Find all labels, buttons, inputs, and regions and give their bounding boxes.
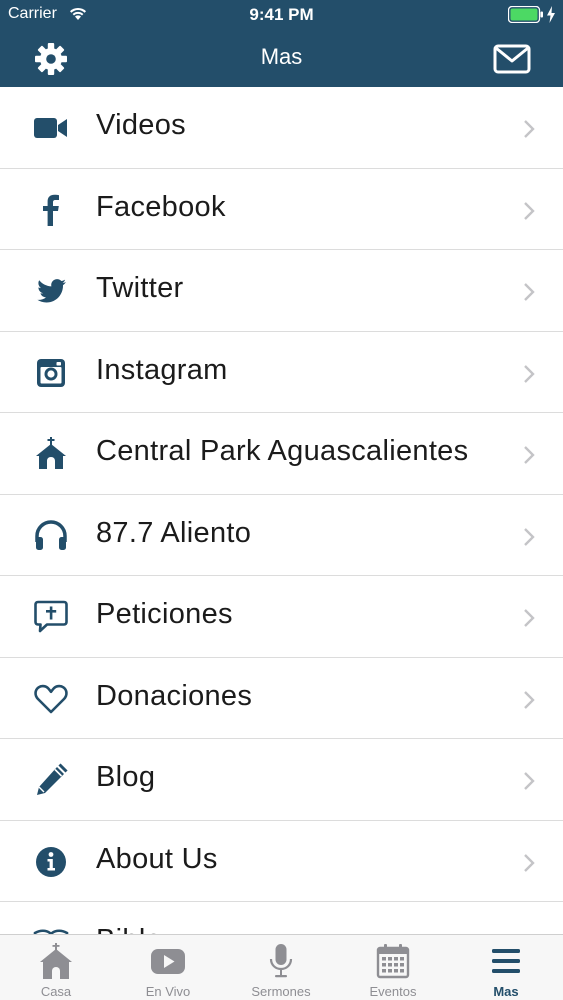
chevron-right-icon [524,201,535,220]
tab-label: Eventos [369,984,417,999]
menu-item-videos[interactable]: Videos [0,87,563,169]
menu-item-label: Peticiones [96,598,233,630]
menu-item-label: Central Park Aguascalientes [96,435,469,467]
heart-icon [34,684,68,713]
chevron-right-icon [524,446,535,464]
microphone-icon [269,944,293,978]
menu-item-radio[interactable]: 87.7 Aliento [0,495,563,576]
menu-icon [492,949,520,973]
chevron-right-icon [524,527,535,546]
battery-icon [508,6,543,23]
mail-button[interactable] [493,44,531,74]
play-icon [151,949,185,974]
page-title: Mas [260,44,303,69]
bible-icon [33,929,69,934]
menu-item-label: 87.7 Aliento [96,516,252,549]
clock: 9:41 PM [249,5,314,24]
headphones-icon [35,519,67,550]
mail-icon [493,44,531,74]
church-icon [36,437,66,469]
chevron-right-icon [524,853,535,872]
settings-button[interactable] [34,42,68,76]
menu-item-label: Blog [96,761,156,793]
menu-item-church[interactable]: Central Park Aguascalientes [0,413,563,495]
tab-bar: Casa En Vivo Sermones Eventos Mas [0,934,563,1000]
calendar-icon [376,944,410,979]
info-icon [36,846,66,877]
prayer-bubble-icon [34,600,68,633]
menu-item-label: Donaciones [96,679,253,712]
twitter-icon [37,279,66,303]
menu-item-about[interactable]: About Us [0,821,563,902]
menu-list[interactable]: Videos Facebook Twitter Instagram Centra… [0,87,563,934]
chevron-right-icon [524,609,535,627]
tab-label: Casa [40,984,72,999]
tab-label: Mas [493,984,519,999]
menu-item-bible[interactable]: Bible [0,902,563,934]
tab-eventos[interactable]: Eventos [337,935,449,1000]
menu-item-facebook[interactable]: Facebook [0,169,563,250]
tab-label: Sermones [251,984,311,999]
tab-casa[interactable]: Casa [0,935,112,1000]
menu-item-label: Facebook [96,190,226,223]
charging-icon [547,6,555,23]
menu-item-label: Twitter [96,272,184,304]
church-home-icon [40,943,72,979]
menu-item-instagram[interactable]: Instagram [0,332,563,413]
instagram-icon [37,358,65,387]
video-camera-icon [34,118,67,138]
menu-item-label: About Us [96,842,218,875]
tab-label: En Vivo [145,984,191,999]
tab-sermones[interactable]: Sermones [225,935,337,1000]
menu-item-label: Instagram [96,353,228,386]
menu-item-peticiones[interactable]: Peticiones [0,576,563,658]
chevron-right-icon [524,364,535,383]
pencil-icon [37,763,68,795]
chevron-right-icon [524,690,535,709]
tab-mas[interactable]: Mas [450,935,562,1000]
menu-item-label: Bible [96,924,162,934]
gear-icon [35,43,67,75]
menu-item-twitter[interactable]: Twitter [0,250,563,332]
facebook-icon [43,194,59,226]
chevron-right-icon [524,283,535,301]
tab-en-vivo[interactable]: En Vivo [112,935,224,1000]
chevron-right-icon [524,772,535,790]
menu-item-label: Videos [96,109,186,141]
status-bar: Carrier 9:41 PM [0,0,563,30]
chevron-right-icon [524,120,535,138]
menu-item-donaciones[interactable]: Donaciones [0,658,563,739]
menu-item-blog[interactable]: Blog [0,739,563,821]
app-header: Carrier 9:41 PM Mas [0,0,563,87]
